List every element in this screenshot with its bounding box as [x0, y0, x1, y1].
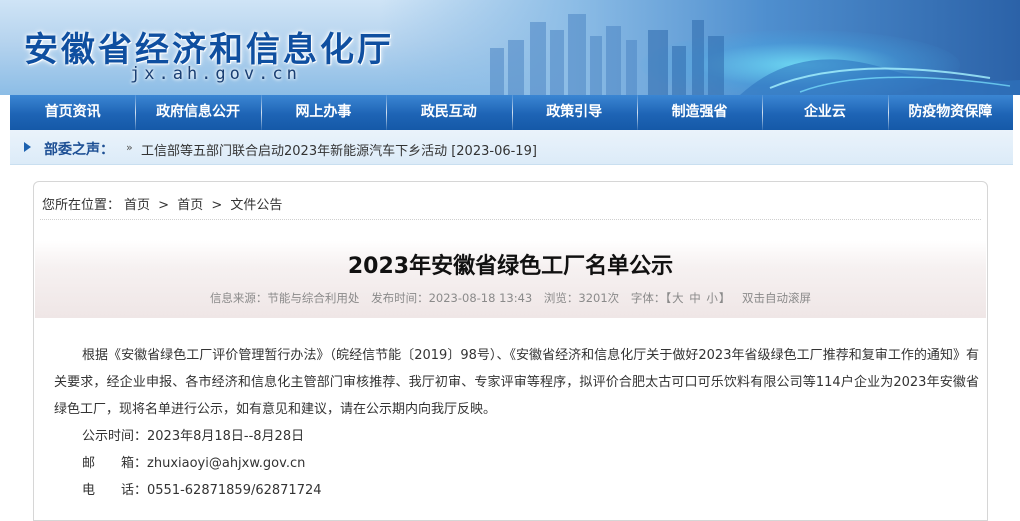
font-label-close: 】 [718, 291, 731, 305]
breadcrumb-notices[interactable]: 文件公告 [230, 198, 282, 213]
nav-item-interaction[interactable]: 政民互动 [386, 95, 511, 130]
breadcrumb-prefix: 您所在位置： [42, 198, 121, 213]
breadcrumb-home-2[interactable]: 首页 [177, 198, 203, 213]
meta-source: 信息来源：节能与综合利用处 [209, 291, 360, 305]
nav-item-manufacturing[interactable]: 制造强省 [636, 95, 762, 130]
contact-phone: 电 话：0551-62871859/62871724 [54, 477, 979, 504]
site-domain: jx.ah.gov.cn [130, 64, 301, 84]
meta-views: 浏览：3201次 [543, 291, 620, 305]
article-body: 根据《安徽省绿色工厂评价管理暂行办法》（皖经信节能〔2019〕98号）、《安徽省… [54, 342, 979, 504]
nav-item-home-news[interactable]: 首页资讯 [10, 95, 135, 130]
font-large-button[interactable]: 大 [672, 291, 684, 305]
article-header: 2023年安徽省绿色工厂名单公示 信息来源：节能与综合利用处 发布时间：2023… [35, 240, 986, 318]
banner-city-skyline [490, 14, 1020, 95]
nav-item-epidemic-supplies[interactable]: 防疫物资保障 [887, 95, 1013, 130]
nav-item-policy-guide[interactable]: 政策引导 [511, 95, 637, 130]
meta-font-size: 字体：【大 中 小】 [631, 291, 731, 305]
breadcrumb-divider [40, 219, 981, 220]
nav-item-online-services[interactable]: 网上办事 [260, 95, 386, 130]
phone-label: 电 话： [82, 483, 148, 498]
article-panel: 您所在位置： 首页 > 首页 > 文件公告 2023年安徽省绿色工厂名单公示 信息… [33, 181, 988, 521]
breadcrumb-home-1[interactable]: 首页 [124, 198, 150, 213]
font-small-button[interactable]: 小 [706, 291, 718, 305]
speaker-triangle-icon [24, 142, 31, 152]
chevron-right-icon: » [126, 141, 133, 154]
ticker-news-link[interactable]: 工信部等五部门联合启动2023年新能源汽车下乡活动 [2023-06-19] [141, 140, 537, 159]
breadcrumb-separator: > [211, 198, 223, 213]
main-nav: 首页资讯 政府信息公开 网上办事 政民互动 政策引导 制造强省 企业云 防疫物资… [10, 95, 1013, 130]
nav-item-enterprise-cloud[interactable]: 企业云 [762, 95, 887, 130]
contact-email: 邮 箱：zhuxiaoyi@ahjxw.gov.cn [54, 450, 979, 477]
phone-value: 0551-62871859/62871724 [147, 483, 322, 498]
news-ticker: 部委之声： » 工信部等五部门联合启动2023年新能源汽车下乡活动 [2023-… [10, 130, 1013, 165]
site-banner: 安徽省经济和信息化厅 jx.ah.gov.cn [0, 0, 1020, 95]
meta-date: 发布时间：2023-08-18 13:43 [371, 291, 533, 305]
font-label: 字体：【 [630, 291, 672, 305]
ticker-label: 部委之声： [44, 142, 114, 158]
meta-autoscroll: 双击自动滚屏 [742, 291, 812, 305]
font-medium-button[interactable]: 中 [689, 291, 701, 305]
article-paragraph: 根据《安徽省绿色工厂评价管理暂行办法》（皖经信节能〔2019〕98号）、《安徽省… [54, 348, 979, 417]
article-meta: 信息来源：节能与综合利用处 发布时间：2023-08-18 13:43 浏览：3… [35, 290, 986, 306]
notice-period: 公示时间：2023年8月18日--8月28日 [82, 429, 305, 444]
breadcrumb-separator: > [158, 198, 170, 213]
breadcrumb: 您所在位置： 首页 > 首页 > 文件公告 [42, 194, 286, 213]
nav-item-gov-info[interactable]: 政府信息公开 [135, 95, 260, 130]
email-label: 邮 箱： [82, 456, 148, 471]
email-value: zhuxiaoyi@ahjxw.gov.cn [147, 456, 306, 471]
article-title: 2023年安徽省绿色工厂名单公示 [347, 254, 674, 279]
